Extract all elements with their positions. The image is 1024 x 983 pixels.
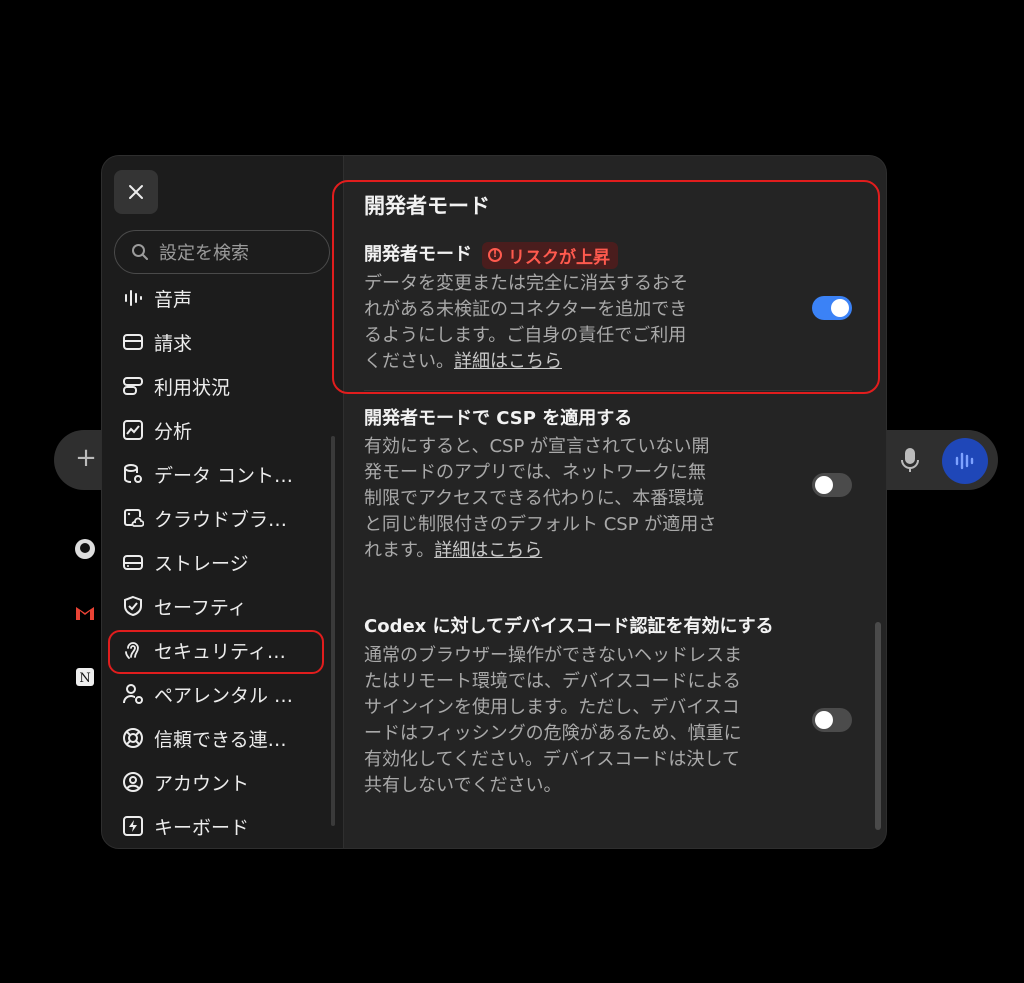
analytics-chart-icon [123, 420, 143, 440]
plus-icon: + [75, 443, 97, 473]
sidebar-item-account[interactable]: アカウント [102, 760, 338, 804]
settings-search-input[interactable]: 設定を検索 [114, 230, 330, 274]
sidebar-item-usage[interactable]: 利用状況 [102, 364, 338, 408]
settings-sidebar: 設定を検索 音声 請求 利用状況 分析 データ コント… クラウドブラ… ストレ… [102, 156, 344, 848]
security-lock-icon [125, 642, 139, 659]
sidebar-item-parental[interactable]: ペアレンタル … [102, 672, 338, 716]
database-gear-icon [124, 464, 142, 483]
notion-icon: N [76, 668, 94, 686]
keyboard-bolt-icon [123, 816, 143, 836]
voice-mode-icon [942, 438, 988, 484]
toggle-knob [815, 711, 833, 729]
credit-card-icon [123, 334, 143, 350]
sidebar-item-label: クラウドブラ… [154, 508, 288, 531]
sidebar-item-label: 請求 [154, 332, 193, 355]
cloud-browser-icon [124, 509, 144, 527]
microphone-icon [901, 448, 919, 472]
sidebar-item-label: 信頼できる連… [154, 728, 287, 751]
content-scrollbar[interactable] [875, 622, 881, 830]
sidebar-item-label: 音声 [154, 288, 193, 311]
sidebar-item-billing[interactable]: 請求 [102, 320, 338, 364]
sidebar-item-label: ペアレンタル … [154, 684, 294, 707]
sidebar-item-label: 利用状況 [154, 376, 231, 399]
sidebar-item-keyboard[interactable]: キーボード [102, 804, 338, 848]
sidebar-item-label: キーボード [154, 816, 250, 839]
settings-nav: 音声 請求 利用状況 分析 データ コント… クラウドブラ… ストレージ セーフ… [102, 276, 338, 848]
account-circle-icon [123, 772, 143, 792]
sidebar-item-label: 分析 [154, 420, 193, 443]
sidebar-item-label: ストレージ [154, 552, 249, 575]
audio-wave-icon [125, 290, 142, 306]
search-placeholder: 設定を検索 [159, 243, 249, 264]
csp-toggle[interactable] [812, 473, 852, 497]
csp-title: 開発者モードで CSP を適用する [364, 408, 633, 429]
sidebar-item-analytics[interactable]: 分析 [102, 408, 338, 452]
sidebar-item-label: データ コント… [154, 464, 294, 487]
lifebuoy-icon [123, 728, 143, 748]
storage-drive-icon [123, 555, 143, 570]
codex-description: 通常のブラウザー操作ができないヘッドレスまたはリモート環境では、デバイスコードに… [364, 645, 742, 796]
svg-text:N: N [79, 671, 90, 686]
sidebar-item-label: セキュリティ… [154, 640, 286, 663]
codex-toggle[interactable] [812, 708, 852, 732]
gmail-icon [76, 607, 94, 620]
sidebar-item-safety[interactable]: セーフティ [102, 584, 338, 628]
parental-person-icon [123, 684, 143, 704]
sidebar-item-label: セーフティ [154, 596, 247, 619]
sidebar-item-audio[interactable]: 音声 [102, 276, 338, 320]
sidebar-item-trusted-contacts[interactable]: 信頼できる連… [102, 716, 338, 760]
sidebar-item-storage[interactable]: ストレージ [102, 540, 338, 584]
sidebar-item-cloud-browser[interactable]: クラウドブラ… [102, 496, 338, 540]
shield-check-icon [124, 595, 142, 617]
usage-bars-icon [123, 377, 143, 395]
codex-title: Codex に対してデバイスコード認証を有効にする [364, 616, 774, 637]
dev-mode-highlight-outline [332, 180, 880, 394]
toggle-knob [815, 476, 833, 494]
close-button[interactable] [114, 170, 158, 214]
csp-description: 有効にすると、CSP が宣言されていない開発モードのアプリでは、ネットワークに無… [364, 434, 720, 564]
sidebar-item-label: アカウント [154, 772, 250, 795]
sidebar-item-security[interactable]: セキュリティ… [102, 628, 338, 674]
close-icon [129, 185, 143, 199]
github-icon [75, 539, 95, 559]
sidebar-item-data-controls[interactable]: データ コント… [102, 452, 338, 496]
csp-learn-more-link[interactable]: 詳細はこちら [434, 540, 542, 561]
search-icon [132, 244, 148, 260]
sidebar-scrollbar[interactable] [331, 436, 335, 826]
